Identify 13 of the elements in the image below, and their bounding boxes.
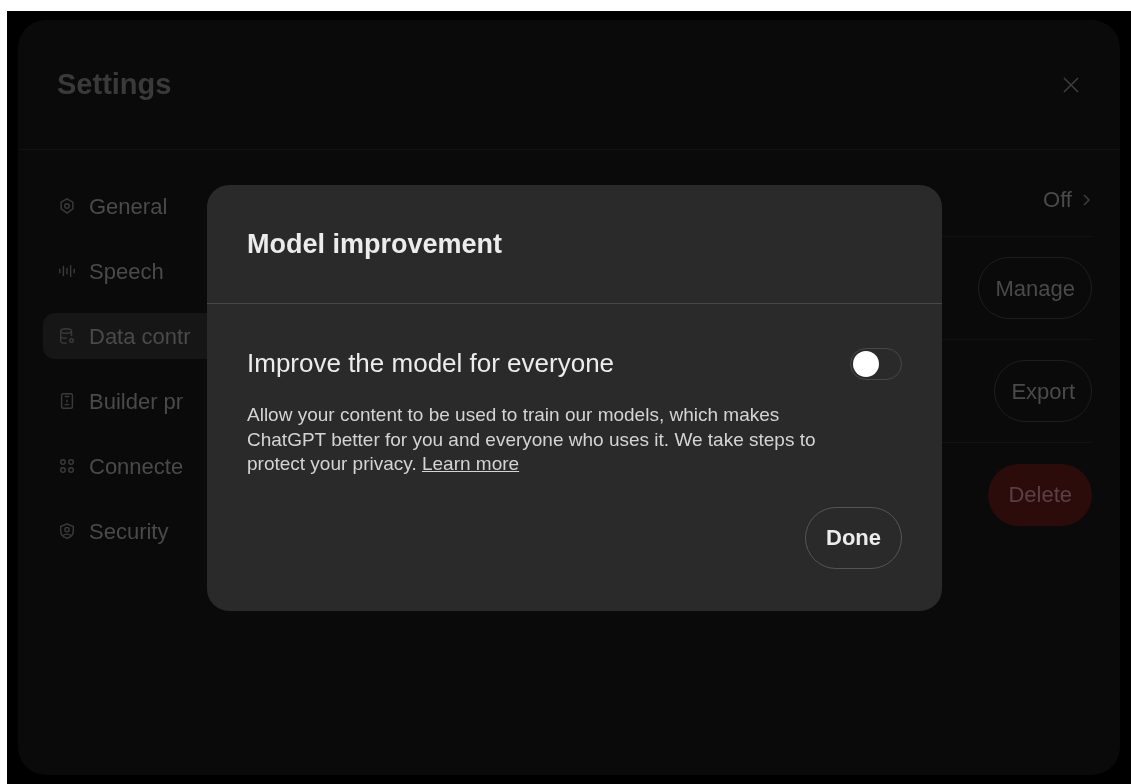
setting-label: Improve the model for everyone [247,347,615,380]
shield-icon [58,522,76,540]
gear-icon [58,197,76,215]
waveform-icon [58,262,76,280]
grid-icon [58,457,76,475]
toggle-switch[interactable] [850,347,902,380]
chevron-right-icon [1080,192,1092,207]
id-badge-icon [58,392,76,410]
learn-more-link[interactable]: Learn more [421,453,520,474]
description-text: Allow your content to be used to train our models, which makes ChatGPT better for you and everyone who uses it. We take steps to protect your privacy. Learn more [247,403,817,476]
database-icon [58,327,76,345]
dialog-title: Model improvement [247,227,503,261]
value-setting[interactable]: Off [1043,183,1092,216]
